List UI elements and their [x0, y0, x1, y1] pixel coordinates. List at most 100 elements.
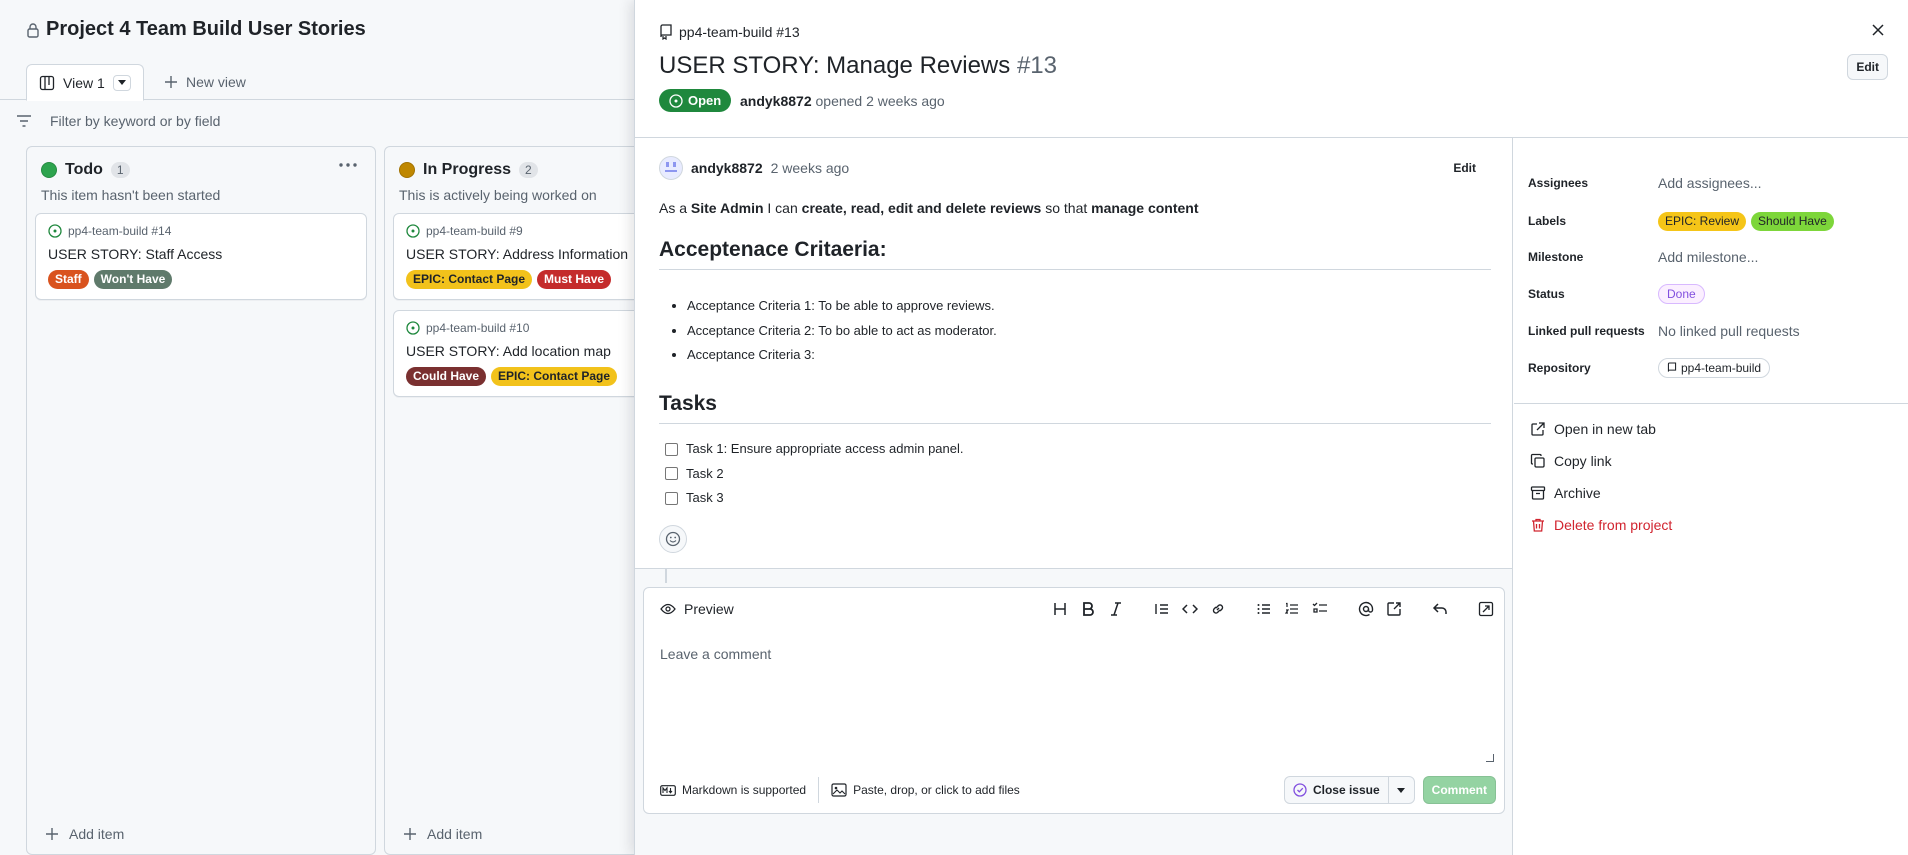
- column-name: Todo: [65, 161, 103, 178]
- delete-from-project-button[interactable]: Delete from project: [1530, 517, 1672, 533]
- panel-repo-label[interactable]: pp4-team-build #13: [679, 24, 800, 40]
- criteria-list: Acceptance Criteria 1: To be able to app…: [687, 294, 997, 368]
- column-description: This item hasn't been started: [41, 187, 221, 203]
- tab-preview[interactable]: Preview: [660, 601, 734, 617]
- repo-icon: [659, 24, 673, 40]
- story-text: I can: [763, 200, 802, 216]
- label-badge: EPIC: Review: [1658, 211, 1747, 231]
- task-label: Task 2: [686, 465, 724, 481]
- open-in-new-tab-button[interactable]: Open in new tab: [1530, 421, 1656, 437]
- view-options-button[interactable]: [112, 74, 131, 91]
- milestone-value[interactable]: Add milestone...: [1658, 249, 1758, 265]
- eye-icon: [660, 603, 676, 615]
- author-link[interactable]: andyk8872: [740, 93, 812, 109]
- bold-icon[interactable]: [1080, 601, 1096, 617]
- field-label: Linked pull requests: [1528, 324, 1645, 338]
- comment-author[interactable]: andyk8872: [691, 160, 763, 176]
- close-issue-button[interactable]: Close issue: [1285, 777, 1388, 803]
- label-badge: Must Have: [537, 270, 612, 289]
- issue-body: andyk8872 2 weeks ago Edit As a Site Adm…: [635, 138, 1513, 855]
- list-item: Acceptance Criteria 3:: [687, 343, 997, 368]
- ordered-list-icon[interactable]: [1284, 601, 1300, 617]
- mention-icon[interactable]: [1358, 601, 1374, 617]
- issue-open-icon: [406, 321, 420, 335]
- filter-input[interactable]: Filter by keyword or by field: [50, 113, 220, 129]
- quote-icon[interactable]: [1154, 601, 1170, 617]
- task-item: Task 1: Ensure appropriate access admin …: [665, 437, 964, 462]
- archive-button[interactable]: Archive: [1530, 485, 1601, 501]
- close-panel-button[interactable]: [1872, 24, 1884, 36]
- status-dot-icon: [399, 162, 415, 178]
- repo-icon: [1667, 362, 1677, 372]
- add-item-label: Add item: [69, 826, 125, 842]
- task-checkbox[interactable]: [665, 491, 678, 505]
- attach-files-button[interactable]: Paste, drop, or click to add files: [831, 783, 1020, 797]
- plus-icon: [403, 827, 417, 841]
- resize-handle[interactable]: [1486, 754, 1494, 762]
- fullscreen-icon[interactable]: [1478, 601, 1494, 617]
- field-status: Status Done: [1528, 282, 1705, 306]
- add-item-button[interactable]: Add item: [403, 826, 482, 842]
- label-badge: EPIC: Contact Page: [406, 270, 533, 289]
- tab-view-1[interactable]: View 1: [26, 64, 144, 101]
- copy-link-button[interactable]: Copy link: [1530, 453, 1612, 469]
- card-title[interactable]: USER STORY: Staff Access: [48, 246, 354, 262]
- labels-value[interactable]: EPIC: Review Should Have: [1658, 211, 1834, 231]
- reply-icon[interactable]: [1432, 601, 1448, 617]
- repository-value[interactable]: pp4-team-build: [1658, 358, 1771, 378]
- assignees-value[interactable]: Add assignees...: [1658, 175, 1762, 191]
- card-repo: pp4-team-build #14: [68, 224, 172, 238]
- comment-timestamp[interactable]: 2 weeks ago: [771, 160, 850, 176]
- image-icon: [831, 783, 847, 797]
- formatting-tools: [1052, 601, 1494, 617]
- cross-reference-icon[interactable]: [1386, 601, 1402, 617]
- comment-editor: Preview Leave a comment Markdown is supp…: [643, 587, 1505, 814]
- list-item: Acceptance Criteria 2: To bo able to act…: [687, 319, 997, 344]
- heading-icon[interactable]: [1052, 601, 1068, 617]
- card-repo-row: pp4-team-build #14: [48, 224, 354, 238]
- project-title-row: Project 4 Team Build User Stories: [26, 18, 366, 41]
- close-issue-options-button[interactable]: [1387, 777, 1414, 803]
- column-more-button[interactable]: [339, 163, 357, 167]
- board-icon: [39, 75, 55, 91]
- unordered-list-icon[interactable]: [1256, 601, 1272, 617]
- task-list-icon[interactable]: [1312, 601, 1328, 617]
- column-header: Todo 1: [27, 147, 375, 179]
- field-labels: Labels EPIC: Review Should Have: [1528, 209, 1834, 233]
- linked-pr-value[interactable]: No linked pull requests: [1658, 323, 1800, 339]
- task-list: Task 1: Ensure appropriate access admin …: [665, 437, 964, 511]
- markdown-note[interactable]: Markdown is supported: [660, 783, 806, 797]
- filter-icon: [16, 115, 32, 127]
- story-bold: Site Admin: [690, 200, 764, 216]
- add-reaction-button[interactable]: [659, 525, 687, 553]
- avatar[interactable]: [659, 156, 683, 180]
- tab-preview-label: Preview: [684, 601, 734, 617]
- issue-card[interactable]: pp4-team-build #14 USER STORY: Staff Acc…: [35, 213, 367, 300]
- add-item-button[interactable]: Add item: [45, 826, 124, 842]
- code-icon[interactable]: [1182, 601, 1198, 617]
- archive-icon: [1530, 485, 1546, 501]
- project-title: Project 4 Team Build User Stories: [46, 18, 366, 40]
- task-checkbox[interactable]: [665, 442, 678, 456]
- filter-bar[interactable]: Filter by keyword or by field: [0, 108, 640, 134]
- label-badge: Could Have: [406, 367, 487, 386]
- italic-icon[interactable]: [1108, 601, 1124, 617]
- user-story-text: As a Site Admin I can create, read, edit…: [659, 200, 1199, 216]
- link-icon[interactable]: [1210, 601, 1226, 617]
- status-value[interactable]: Done: [1658, 284, 1705, 304]
- close-issue-label: Close issue: [1312, 783, 1380, 797]
- column-name: In Progress: [423, 161, 512, 178]
- field-milestone: Milestone Add milestone...: [1528, 245, 1758, 269]
- comment-input[interactable]: Leave a comment: [660, 646, 771, 662]
- field-label: Status: [1528, 287, 1565, 301]
- issue-number: #13: [1016, 52, 1057, 79]
- lock-icon: [26, 22, 40, 38]
- task-checkbox[interactable]: [665, 467, 678, 481]
- opened-info: andyk8872 opened 2 weeks ago: [740, 93, 945, 109]
- new-view-button[interactable]: New view: [164, 74, 246, 90]
- comment-button[interactable]: Comment: [1422, 776, 1496, 804]
- edit-body-button[interactable]: Edit: [1453, 161, 1476, 175]
- edit-title-button[interactable]: Edit: [1847, 54, 1888, 80]
- markdown-icon: [660, 784, 676, 796]
- repo-pill: pp4-team-build: [1658, 358, 1771, 378]
